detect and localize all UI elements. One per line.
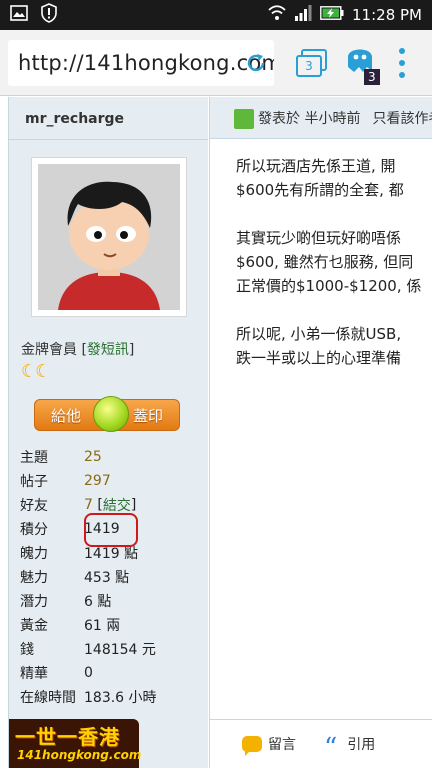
tab-switcher-button[interactable]: 3 [292, 46, 327, 80]
stat-label: 錢 [20, 642, 34, 658]
stamp-button[interactable]: 給他 蓋印 [34, 396, 180, 432]
member-group: 金牌會員 [發短訊] [21, 342, 135, 358]
ghost-badge: 3 [364, 68, 380, 85]
only-view-author-link[interactable]: 只看該作者 [372, 108, 432, 128]
wifi-icon [268, 5, 286, 25]
online-user-icon [234, 109, 254, 129]
stamp-ball-icon [93, 396, 129, 432]
stat-row: 魅力 453 點 [20, 565, 205, 589]
avatar[interactable] [31, 157, 187, 317]
status-bar: 11:28 PM [0, 0, 432, 30]
post-action-bar: 留言 “ 引用 [210, 719, 432, 768]
stamp-right-label: 蓋印 [132, 406, 163, 425]
stat-row: 主題 25 [20, 445, 205, 469]
browser-toolbar: http://141hongkong.com 3 3 [0, 30, 432, 96]
stat-value: 453 點 [84, 570, 130, 586]
stat-value: 61 兩 [84, 618, 121, 634]
site-logo: 一世一香港 141hongkong.com [9, 719, 142, 768]
stat-value: 6 點 [84, 594, 112, 610]
stat-label: 在線時間 [20, 690, 76, 706]
post-line: $600先有所謂的全套, 都 [236, 181, 404, 199]
post-line: 跌一半或以上的心理準備 [236, 349, 402, 367]
url-text[interactable]: http://141hongkong.com [18, 51, 274, 75]
add-friend-link[interactable]: 結交 [103, 495, 131, 515]
quote-button[interactable]: 引用 [347, 734, 375, 754]
post-line: 其實玩少啲但玩好啲唔係 [236, 229, 402, 247]
author-username[interactable]: mr_recharge [25, 111, 124, 127]
send-pm-link[interactable]: 發短訊 [87, 342, 129, 358]
tab-count: 3 [296, 54, 322, 77]
stamp-left-label: 給他 [51, 406, 82, 425]
stat-label: 積分 [20, 522, 48, 538]
stat-value: 183.6 小時 [84, 690, 157, 706]
quote-icon[interactable]: “ [324, 735, 337, 761]
post-content: 所以玩酒店先係王道, 開 $600先有所謂的全套, 都 其實玩少啲但玩好啲唔係 … [236, 154, 432, 394]
reply-button[interactable]: 留言 [268, 734, 296, 754]
reload-icon[interactable] [244, 51, 268, 75]
stat-row: 在線時間 183.6 小時 [20, 685, 205, 709]
rank-moons: ☾☾ [21, 361, 51, 382]
stat-value[interactable]: 7 [84, 497, 93, 513]
stat-label: 主題 [20, 450, 48, 466]
avatar-image [38, 164, 180, 310]
post-line: $600, 雖然冇乜服務, 但同 [236, 253, 414, 271]
stat-row: 精華 0 [20, 661, 205, 685]
logo-title: 一世一香港 [15, 725, 120, 749]
ghost-extension-button[interactable]: 3 [344, 41, 384, 85]
highlight-annotation [84, 513, 138, 547]
stat-row: 黃金 61 兩 [20, 613, 205, 637]
post-line: 所以玩酒店先係王道, 開 [236, 157, 396, 175]
post-meta-bar: 發表於 半小時前 只看該作者 [210, 97, 432, 139]
url-bar[interactable]: http://141hongkong.com [8, 39, 274, 86]
post-line: 所以呢, 小弟一係就USB, [236, 325, 402, 343]
post-paragraph: 所以呢, 小弟一係就USB, 跌一半或以上的心理準備 [236, 322, 432, 370]
stat-value[interactable]: 297 [84, 473, 111, 489]
alert-icon [40, 3, 58, 27]
reply-bubble-icon[interactable] [242, 736, 262, 756]
forum-post: mr_recharge 金牌會員 [發短訊] ☾☾ 給他 蓋印 主題 25 帖子… [0, 97, 432, 768]
overflow-menu-icon[interactable] [396, 47, 408, 78]
stat-label: 黃金 [20, 618, 48, 634]
group-name: 金牌會員 [21, 342, 77, 358]
logo-domain: 141hongkong.com [17, 748, 142, 762]
author-sidebar: mr_recharge 金牌會員 [發短訊] ☾☾ 給他 蓋印 主題 25 帖子… [8, 97, 208, 768]
battery-charging-icon [320, 6, 344, 24]
stat-row: 帖子 297 [20, 469, 205, 493]
stat-label: 精華 [20, 666, 48, 682]
stat-value[interactable]: 25 [84, 449, 102, 465]
stat-label: 帖子 [20, 474, 48, 490]
author-stats: 主題 25 帖子 297 好友 7 [結交] 積分 1419 魄力 1419 點 [20, 445, 205, 709]
post-body-column: 發表於 半小時前 只看該作者 所以玩酒店先係王道, 開 $600先有所謂的全套,… [209, 97, 432, 768]
stat-value: 148154 元 [84, 642, 156, 658]
post-paragraph: 所以玩酒店先係王道, 開 $600先有所謂的全套, 都 [236, 154, 432, 202]
stat-label: 潛力 [20, 594, 48, 610]
clock: 11:28 PM [352, 6, 422, 24]
signal-icon [294, 5, 312, 25]
stat-label: 魄力 [20, 546, 48, 562]
post-paragraph: 其實玩少啲但玩好啲唔係 $600, 雖然冇乜服務, 但同 正常價的$1000-$… [236, 226, 432, 298]
image-icon [10, 5, 28, 25]
stat-label: 好友 [20, 498, 48, 514]
post-time: 發表於 半小時前 [258, 110, 361, 127]
divider [9, 139, 208, 140]
stat-row: 潛力 6 點 [20, 589, 205, 613]
stat-label: 魅力 [20, 570, 48, 586]
stat-row: 錢 148154 元 [20, 637, 205, 661]
post-line: 正常價的$1000-$1200, 係 [236, 277, 422, 295]
stat-value: 0 [84, 665, 93, 681]
